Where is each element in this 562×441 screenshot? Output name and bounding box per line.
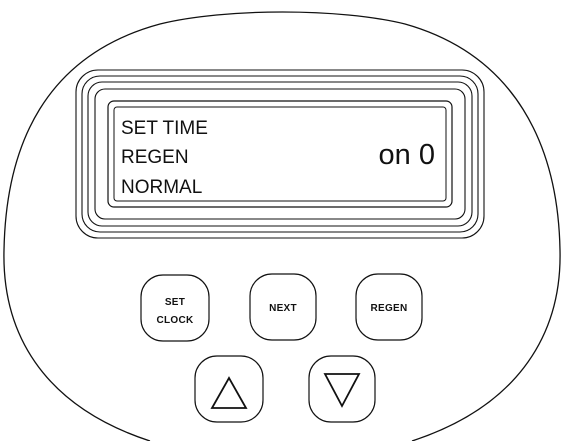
mode-label-set-time: SET TIME [121, 118, 208, 139]
regen-label: REGEN [370, 303, 407, 314]
next-button[interactable]: NEXT [249, 273, 317, 341]
set-clock-button[interactable]: SET CLOCK [140, 274, 210, 342]
up-button[interactable] [194, 355, 264, 423]
mode-label-normal: NORMAL [121, 177, 202, 198]
set-clock-label-line1: SET [165, 297, 185, 308]
regen-button[interactable]: REGEN [355, 273, 423, 341]
next-label: NEXT [269, 303, 297, 314]
mode-label-regen: REGEN [121, 147, 189, 168]
controller-panel: SET TIME REGEN NORMAL on 0 SET CLOCK NEX… [3, 11, 561, 441]
set-clock-label-line2: CLOCK [156, 315, 194, 326]
lcd-screen: SET TIME REGEN NORMAL on 0 [107, 100, 453, 208]
down-button[interactable] [308, 355, 376, 423]
display-value: on 0 [379, 139, 435, 171]
